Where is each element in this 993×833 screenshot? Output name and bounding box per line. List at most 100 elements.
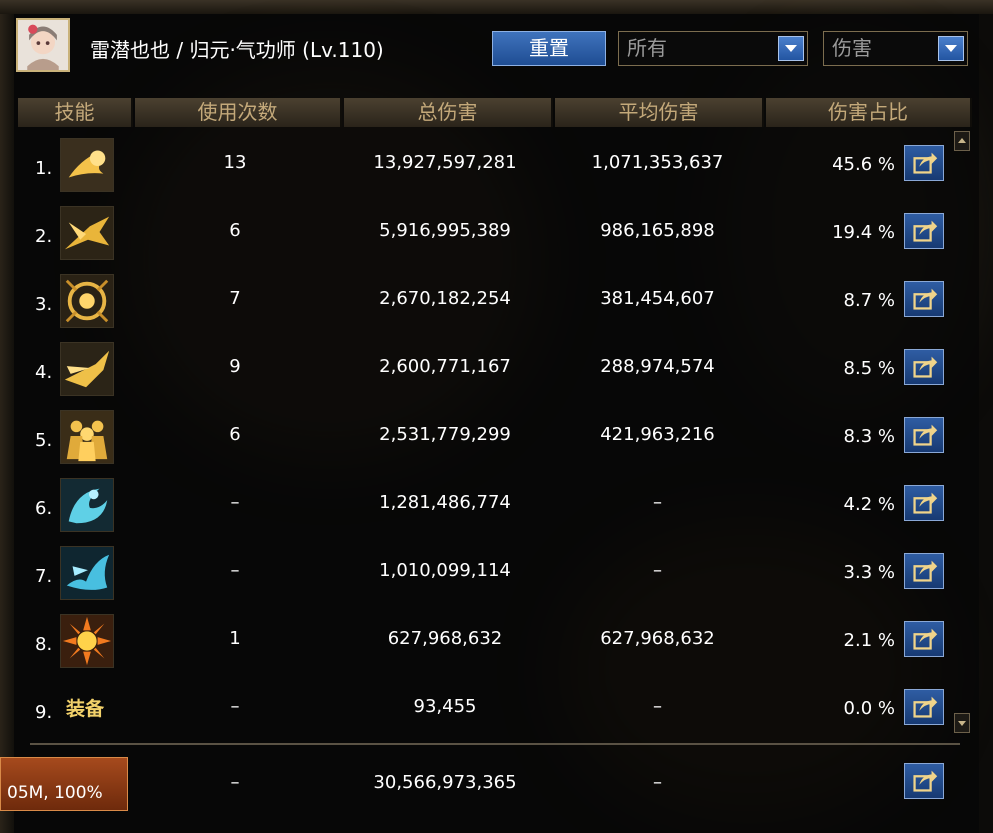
share-row-button[interactable] [904, 553, 944, 589]
table-row: 3. 7 2,670,182,254 381,454,607 8.7 % [0, 270, 960, 334]
scroll-up-icon[interactable] [954, 131, 970, 151]
row-index: 5. [35, 430, 53, 451]
cell-uses: – [230, 492, 240, 513]
cell-damage-share: 0.0 % [843, 698, 895, 719]
column-header-total-damage: 总伤害 [344, 98, 553, 127]
table-row: 4. 9 2,600,771,167 288,974,574 8.5 % [0, 338, 960, 402]
row-index: 3. [35, 294, 53, 315]
share-icon [913, 492, 938, 514]
total-average-damage: – [653, 772, 662, 793]
share-icon [913, 696, 938, 718]
column-header-average-damage: 平均伤害 [555, 98, 764, 127]
share-total-button[interactable] [904, 763, 944, 799]
cell-uses: 6 [229, 220, 241, 241]
cell-average-damage: – [653, 492, 662, 513]
chevron-down-icon[interactable] [778, 36, 804, 61]
water-dragon-skill-icon [60, 546, 114, 600]
total-row: – 30,566,973,365 – [0, 750, 960, 814]
shadow-clone-skill-icon [60, 410, 114, 464]
share-row-button[interactable] [904, 621, 944, 657]
table-header: 技能 使用次数 总伤害 平均伤害 伤害占比 [18, 98, 972, 128]
share-icon [913, 770, 938, 792]
share-icon [913, 356, 938, 378]
share-icon [913, 560, 938, 582]
share-icon [913, 424, 938, 446]
cell-total-damage: 5,916,995,389 [379, 220, 511, 241]
table-row: 5. 6 2,531,779,299 421,963,216 8.3 % [0, 406, 960, 470]
cell-average-damage: 986,165,898 [600, 220, 715, 241]
share-icon [913, 288, 938, 310]
zoom-status-badge: 05M, 100% [0, 757, 128, 811]
cell-damage-share: 8.5 % [843, 358, 895, 379]
cell-uses: 13 [223, 152, 247, 173]
cell-damage-share: 8.7 % [843, 290, 895, 311]
table-row: 8. 1 627,968,632 627,968,632 2.1 % [0, 610, 960, 674]
flying-kick-skill-icon [60, 342, 114, 396]
cell-damage-share: 2.1 % [843, 630, 895, 651]
share-row-button[interactable] [904, 281, 944, 317]
cell-uses: – [230, 696, 240, 717]
cell-uses: 1 [229, 628, 241, 649]
cell-total-damage: 2,670,182,254 [379, 288, 511, 309]
avatar [16, 18, 70, 72]
share-icon [913, 152, 938, 174]
character-portrait-icon [18, 20, 68, 70]
share-icon [913, 220, 938, 242]
energy-orb-skill-icon [60, 274, 114, 328]
share-row-button[interactable] [904, 145, 944, 181]
table-row: 1. 13 13,927,597,281 1,071,353,637 45.6 % [0, 134, 960, 198]
scrollbar[interactable] [954, 131, 971, 739]
reset-button[interactable]: 重置 [492, 31, 606, 66]
filter-dropdown[interactable]: 所有 [618, 31, 808, 66]
cell-total-damage: 2,600,771,167 [379, 356, 511, 377]
metric-dropdown[interactable]: 伤害 [823, 31, 968, 66]
share-row-button[interactable] [904, 417, 944, 453]
cell-damage-share: 45.6 % [832, 154, 895, 175]
row-index: 8. [35, 634, 53, 655]
cell-total-damage: 627,968,632 [387, 628, 503, 649]
character-title: 雷潜也也 / 归元·气功师 (Lv.110) [90, 38, 384, 62]
column-header-damage-share: 伤害占比 [766, 98, 972, 127]
cell-uses: 6 [229, 424, 241, 445]
cell-total-damage: 1,281,486,774 [379, 492, 511, 513]
total-divider [30, 743, 960, 745]
cell-average-damage: 288,974,574 [600, 356, 715, 377]
share-row-button[interactable] [904, 689, 944, 725]
table-row: 9. 装备 – 93,455 – 0.0 % [0, 678, 960, 742]
cell-average-damage: – [653, 560, 662, 581]
share-icon [913, 628, 938, 650]
cell-average-damage: 627,968,632 [600, 628, 715, 649]
column-header-skill: 技能 [18, 98, 133, 127]
share-row-button[interactable] [904, 349, 944, 385]
cell-damage-share: 8.3 % [843, 426, 895, 447]
cell-total-damage: 2,531,779,299 [379, 424, 511, 445]
row-index: 4. [35, 362, 53, 383]
fireball-skill-icon [60, 138, 114, 192]
cell-damage-share: 4.2 % [843, 494, 895, 515]
row-index: 9. [35, 702, 53, 723]
metric-dropdown-value: 伤害 [832, 36, 872, 60]
cell-uses: 7 [229, 288, 241, 309]
sun-burst-skill-icon [60, 614, 114, 668]
scroll-down-icon[interactable] [954, 713, 970, 733]
cell-damage-share: 19.4 % [832, 222, 895, 243]
filter-dropdown-value: 所有 [627, 36, 667, 60]
cell-damage-share: 3.3 % [843, 562, 895, 583]
cell-total-damage: 13,927,597,281 [373, 152, 517, 173]
share-row-button[interactable] [904, 485, 944, 521]
row-index: 2. [35, 226, 53, 247]
cell-average-damage: – [653, 696, 662, 717]
row-index: 1. [35, 158, 53, 179]
share-row-button[interactable] [904, 213, 944, 249]
dragon-strike-skill-icon [60, 206, 114, 260]
cell-uses: 9 [229, 356, 241, 377]
total-uses: – [230, 772, 240, 793]
cell-average-damage: 381,454,607 [600, 288, 715, 309]
cell-total-damage: 93,455 [413, 696, 477, 717]
row-index: 6. [35, 498, 53, 519]
table-row: 7. – 1,010,099,114 – 3.3 % [0, 542, 960, 606]
cell-uses: – [230, 560, 240, 581]
total-damage: 30,566,973,365 [373, 772, 517, 793]
row-index: 7. [35, 566, 53, 587]
chevron-down-icon[interactable] [938, 36, 964, 61]
